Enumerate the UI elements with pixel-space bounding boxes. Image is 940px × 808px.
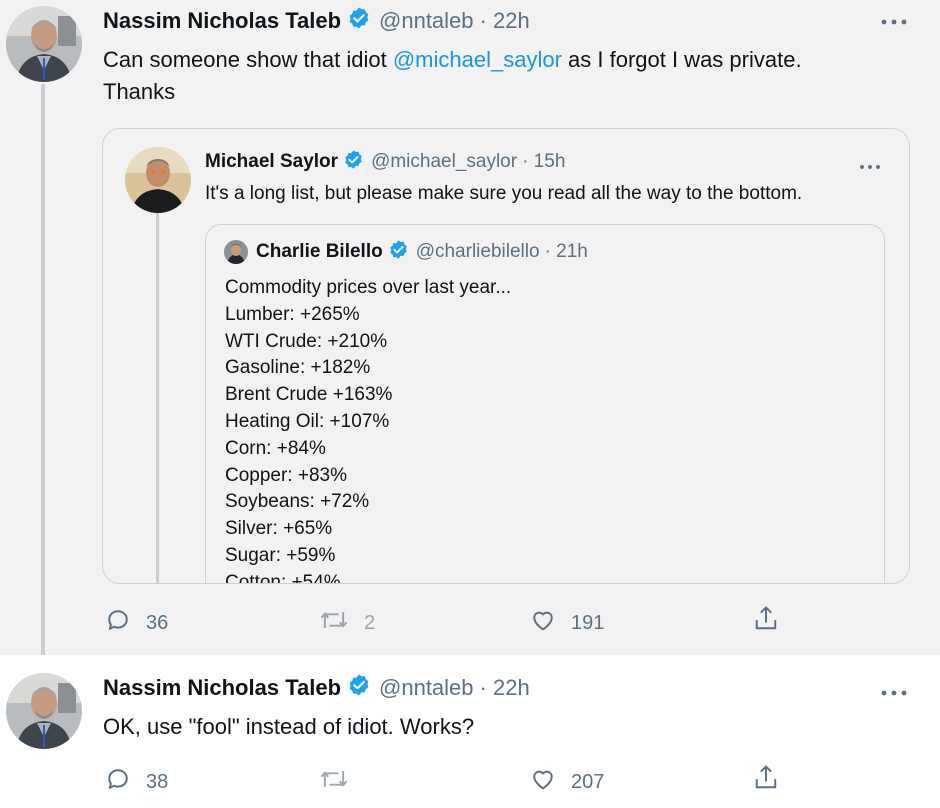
heart-icon bbox=[529, 765, 557, 799]
tweet-text-part: Can someone show that idiot bbox=[103, 47, 393, 72]
list-item: Copper: +83% bbox=[225, 464, 347, 486]
verified-badge-icon bbox=[388, 239, 409, 266]
reply-icon bbox=[104, 765, 132, 799]
more-options-icon[interactable] bbox=[859, 158, 881, 176]
author-avatar[interactable] bbox=[6, 6, 82, 82]
list-item: Corn: +84% bbox=[225, 437, 326, 459]
nested-author-name[interactable]: Charlie Bilello bbox=[256, 241, 383, 263]
like-button[interactable]: 207 bbox=[529, 765, 604, 799]
list-item: Lumber: +265% bbox=[225, 303, 360, 325]
tweet-2[interactable]: Nassim Nicholas Taleb @nntaleb · 22h OK,… bbox=[0, 655, 940, 808]
tweet-header: Nassim Nicholas Taleb @nntaleb · 22h bbox=[103, 6, 530, 36]
list-item: Sugar: +59% bbox=[225, 544, 336, 566]
quote-text: It's a long list, but please make sure y… bbox=[205, 183, 803, 204]
tweet-header: Nassim Nicholas Taleb @nntaleb · 22h bbox=[103, 673, 530, 703]
list-item: Gasoline: +182% bbox=[225, 357, 371, 379]
quote-thread-line bbox=[156, 207, 159, 583]
retweet-icon bbox=[318, 765, 350, 799]
author-handle[interactable]: @nntaleb bbox=[379, 675, 474, 701]
list-item: Commodity prices over last year... bbox=[225, 277, 512, 298]
like-count: 207 bbox=[571, 770, 605, 793]
like-button[interactable]: 191 bbox=[529, 606, 604, 640]
nested-time[interactable]: · 21h bbox=[545, 241, 588, 263]
share-icon bbox=[752, 604, 780, 640]
quoted-tweet[interactable]: Michael Saylor @michael_saylor · 15h It'… bbox=[102, 128, 910, 584]
retweet-icon bbox=[318, 606, 350, 640]
reply-count: 38 bbox=[146, 770, 169, 793]
retweet-button[interactable]: 2 bbox=[318, 606, 375, 640]
list-item: Silver: +65% bbox=[225, 518, 333, 540]
list-item: Soybeans: +72% bbox=[225, 491, 370, 513]
tweet-1[interactable]: Nassim Nicholas Taleb @nntaleb · 22h Can… bbox=[0, 0, 940, 655]
quote-header: Michael Saylor @michael_saylor · 15h bbox=[205, 149, 565, 175]
retweet-count: 2 bbox=[364, 611, 376, 634]
nested-quote-header: Charlie Bilello @charliebilello · 21h bbox=[224, 239, 588, 265]
tweet-text: Can someone show that idiot @michael_say… bbox=[103, 44, 923, 108]
reply-button[interactable]: 38 bbox=[104, 765, 168, 799]
verified-badge-icon bbox=[343, 149, 364, 176]
author-handle[interactable]: @nntaleb bbox=[379, 8, 474, 34]
tweet-text-part: as I forgot I was private. bbox=[561, 47, 802, 72]
retweet-button[interactable] bbox=[318, 765, 364, 799]
author-name[interactable]: Nassim Nicholas Taleb bbox=[103, 675, 341, 701]
more-options-icon[interactable] bbox=[880, 685, 908, 703]
quote-author-avatar[interactable] bbox=[125, 147, 191, 213]
author-name[interactable]: Nassim Nicholas Taleb bbox=[103, 8, 341, 34]
list-item: Cotton: +54% bbox=[225, 571, 341, 584]
author-avatar[interactable] bbox=[6, 673, 82, 749]
nested-quoted-tweet[interactable]: Charlie Bilello @charliebilello · 21h Co… bbox=[205, 224, 885, 584]
list-item: Heating Oil: +107% bbox=[225, 410, 390, 432]
tweet-text-line: Thanks bbox=[103, 79, 176, 104]
verified-badge-icon bbox=[347, 673, 371, 703]
reply-count: 36 bbox=[146, 611, 169, 634]
heart-icon bbox=[529, 606, 557, 640]
like-count: 191 bbox=[571, 611, 605, 634]
more-options-icon[interactable] bbox=[880, 14, 908, 32]
thread-line bbox=[41, 84, 45, 655]
share-button[interactable] bbox=[752, 604, 780, 640]
reply-icon bbox=[104, 606, 132, 640]
nested-author-handle[interactable]: @charliebilello bbox=[416, 241, 540, 263]
quote-time[interactable]: · 15h bbox=[522, 151, 565, 173]
commodity-list: Commodity prices over last year... Lumbe… bbox=[225, 275, 512, 584]
tweet-text: OK, use "fool" instead of idiot. Works? bbox=[103, 714, 475, 739]
share-button[interactable] bbox=[752, 763, 780, 799]
reply-button[interactable]: 36 bbox=[104, 606, 168, 640]
list-item: WTI Crude: +210% bbox=[225, 330, 388, 352]
nested-author-avatar[interactable] bbox=[224, 240, 248, 264]
share-icon bbox=[752, 763, 780, 799]
tweet-time[interactable]: · 22h bbox=[480, 8, 530, 34]
tweet-time[interactable]: · 22h bbox=[480, 675, 530, 701]
list-item: Brent Crude +163% bbox=[225, 384, 393, 406]
quote-author-name[interactable]: Michael Saylor bbox=[205, 151, 338, 173]
verified-badge-icon bbox=[347, 6, 371, 36]
mention-link[interactable]: @michael_saylor bbox=[393, 47, 562, 72]
quote-author-handle[interactable]: @michael_saylor bbox=[371, 151, 517, 173]
